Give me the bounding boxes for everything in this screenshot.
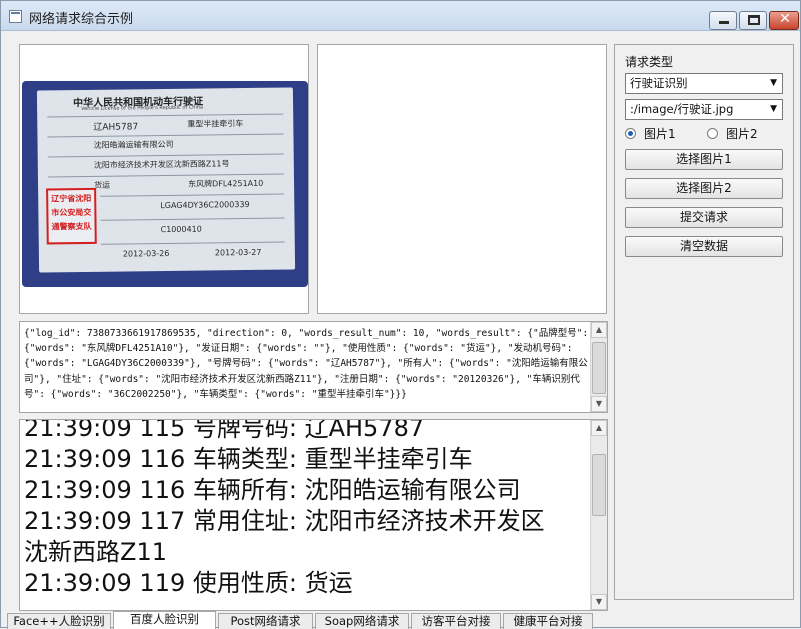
scroll-up-arrow-icon[interactable]: ▲ — [591, 322, 607, 338]
log-line: 21:39:09 117 常用住址: 沈阳市经济技术开发区 — [24, 507, 545, 535]
image-path-select[interactable]: :/image/行驶证.jpg ▼ — [625, 99, 783, 120]
radio-image2-label: 图片2 — [726, 127, 758, 141]
minimize-button[interactable] — [709, 11, 737, 30]
scroll-thumb[interactable] — [592, 342, 606, 394]
request-type-value: 行驶证识别 — [630, 76, 688, 90]
close-button[interactable]: ✕ — [769, 11, 799, 30]
log-line: 21:39:09 116 车辆类型: 重型半挂牵引车 — [24, 445, 473, 473]
divider — [100, 217, 285, 221]
tab-health-platform[interactable]: 健康平台对接 — [503, 613, 593, 629]
scroll-up-arrow-icon[interactable]: ▲ — [591, 420, 607, 436]
license-use-character: 货运 — [94, 180, 111, 190]
control-panel: 请求类型 行驶证识别 ▼ :/image/行驶证.jpg ▼ 图片1 图片2 选… — [614, 44, 794, 600]
clear-data-button[interactable]: 清空数据 — [625, 236, 783, 257]
log-textbox[interactable]: 21:39:09 115 号牌号码: 辽AH5787 21:39:09 116 … — [19, 419, 608, 611]
log-line: 沈新西路Z11 — [24, 538, 167, 566]
license-register-date: 2012-03-26 — [122, 248, 170, 259]
title-bar: 网络请求综合示例 ✕ — [1, 1, 800, 31]
chevron-down-icon: ▼ — [770, 104, 777, 114]
log-line: 21:39:09 115 号牌号码: 辽AH5787 — [24, 419, 425, 442]
radio-image1[interactable]: 图片1 — [625, 125, 676, 142]
json-result-textbox[interactable]: {"log_id": 738073366191786953​5, "direct… — [19, 321, 608, 413]
stamp-line: 市公安局交 — [51, 207, 92, 218]
log-line: 21:39:09 119 使用性质: 货运 — [24, 569, 353, 597]
radio-unchecked-icon — [707, 128, 718, 139]
stamp-line: 辽宁省沈阳 — [51, 193, 92, 204]
request-type-select[interactable]: 行驶证识别 ▼ — [625, 73, 783, 94]
request-type-label: 请求类型 — [625, 55, 674, 69]
tab-post-request[interactable]: Post网络请求 — [218, 613, 313, 629]
license-plate: 辽AH5787 — [93, 122, 139, 133]
license-vin: LGAG4DY36C2000339 — [160, 199, 250, 211]
window-title: 网络请求综合示例 — [29, 12, 134, 27]
select-image1-button[interactable]: 选择图片1 — [625, 149, 783, 170]
log-line: 21:39:09 116 车辆所有: 沈阳皓运输有限公司 — [24, 476, 521, 504]
minimize-icon — [719, 21, 729, 24]
stamp-line: 通警察支队 — [51, 221, 92, 232]
radio-image1-label: 图片1 — [644, 127, 676, 141]
license-address: 沈阳市经济技术开发区沈新西路Z11号 — [93, 159, 230, 170]
image-preview-2 — [317, 44, 607, 314]
main-window: 网络请求综合示例 ✕ 中华人民共和国机动车行驶证 Vehicle License… — [0, 0, 801, 629]
license-subtitle: Vehicle License of the People's Republic… — [81, 104, 204, 113]
radio-checked-icon — [625, 128, 636, 139]
tab-visitor-platform[interactable]: 访客平台对接 — [411, 613, 501, 629]
tab-soap-request[interactable]: Soap网络请求 — [315, 613, 409, 629]
license-issue-date: 2012-03-27 — [214, 247, 262, 258]
license-model: 东风牌DFL4251A10 — [187, 178, 264, 189]
window-app-icon — [9, 10, 22, 23]
chevron-down-icon: ▼ — [770, 78, 777, 88]
image-path-value: :/image/行驶证.jpg — [630, 102, 734, 116]
submit-request-button[interactable]: 提交请求 — [625, 207, 783, 228]
divider — [47, 173, 284, 178]
select-image2-button[interactable]: 选择图片2 — [625, 178, 783, 199]
scroll-thumb[interactable] — [592, 454, 606, 516]
log-scrollbar[interactable]: ▲ ▼ — [590, 420, 607, 610]
divider — [47, 133, 284, 138]
divider — [47, 153, 284, 158]
close-icon: ✕ — [779, 11, 791, 27]
radio-image2[interactable]: 图片2 — [707, 125, 758, 142]
maximize-icon — [748, 15, 760, 25]
divider — [100, 241, 285, 245]
json-scrollbar[interactable]: ▲ ▼ — [590, 322, 607, 412]
divider — [100, 193, 285, 197]
license-owner: 沈阳皓瀚运输有限公司 — [93, 139, 174, 150]
scroll-down-arrow-icon[interactable]: ▼ — [591, 594, 607, 610]
tab-facepp[interactable]: Face++人脸识别 — [7, 613, 111, 629]
license-engine-no: C1000410 — [160, 224, 202, 235]
log-lines: 21:39:09 115 号牌号码: 辽AH5787 21:39:09 116 … — [24, 419, 590, 599]
json-result-text: {"log_id": 738073366191786953​5, "direct… — [24, 328, 589, 400]
maximize-button[interactable] — [739, 11, 767, 30]
scroll-down-arrow-icon[interactable]: ▼ — [591, 396, 607, 412]
divider — [47, 113, 284, 118]
license-card: 中华人民共和国机动车行驶证 Vehicle License of the Peo… — [36, 87, 296, 273]
license-vehicle-type: 重型半挂牵引车 — [187, 119, 244, 129]
license-photo: 中华人民共和国机动车行驶证 Vehicle License of the Peo… — [22, 81, 308, 287]
image-preview-1: 中华人民共和国机动车行驶证 Vehicle License of the Peo… — [19, 44, 309, 314]
tab-baidu-face[interactable]: 百度人脸识别 — [113, 611, 216, 629]
license-stamp: 辽宁省沈阳 市公安局交 通警察支队 — [46, 187, 97, 245]
